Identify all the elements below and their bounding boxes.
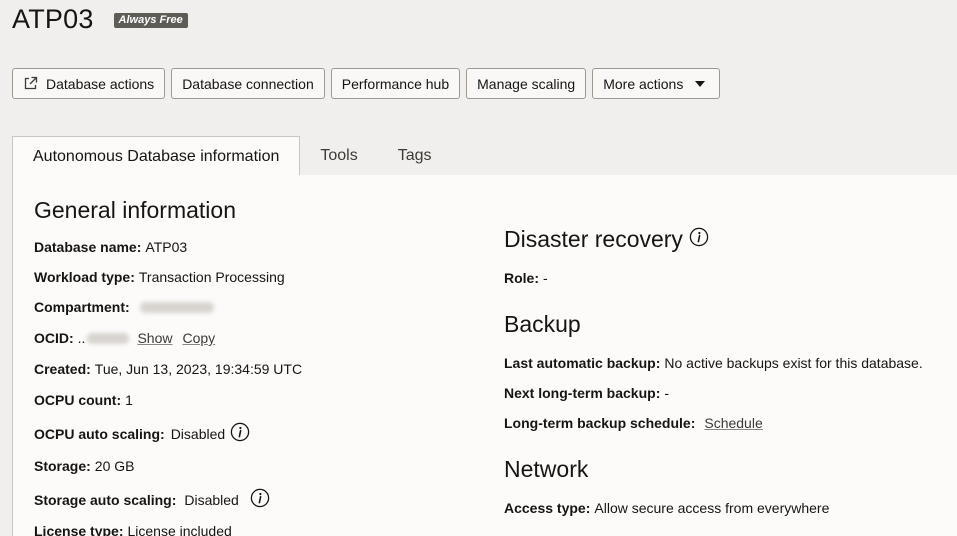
database-connection-label: Database connection [182,75,314,92]
database-connection-button[interactable]: Database connection [171,68,325,99]
tab-panel: General information Database name: ATP03… [12,175,957,536]
manage-scaling-label: Manage scaling [477,75,576,92]
compartment-value-redacted [139,302,214,313]
workload-type-row: Workload type: Transaction Processing [34,269,474,286]
license-type-value: License included [127,523,232,536]
ocid-label: OCID: [34,330,74,346]
last-automatic-backup-value: No active backups exist for this databas… [664,355,923,371]
long-term-backup-schedule-label: Long-term backup schedule: [504,415,696,431]
ocpu-count-row: OCPU count: 1 [34,392,474,409]
database-name-row: Database name: ATP03 [34,239,474,256]
created-value: Tue, Jun 13, 2023, 19:34:59 UTC [94,361,303,377]
created-label: Created: [34,361,91,377]
storage-label: Storage: [34,458,91,474]
more-actions-button[interactable]: More actions [592,68,721,99]
last-automatic-backup-label: Last automatic backup: [504,355,661,371]
backup-title: Backup [504,311,581,337]
manage-scaling-button[interactable]: Manage scaling [466,68,587,99]
ocpu-count-label: OCPU count: [34,392,122,408]
tab-autonomous-database-information[interactable]: Autonomous Database information [12,136,301,176]
ocid-prefix: .. [77,330,86,346]
ocid-copy-link[interactable]: Copy [182,330,215,347]
tab-tools[interactable]: Tools [300,136,377,176]
info-icon[interactable] [689,227,709,252]
database-name-label: Database name: [34,239,142,255]
ocpu-auto-scaling-label: OCPU auto scaling: [34,425,165,442]
always-free-badge: Always Free [113,13,188,28]
storage-value: 20 GB [94,458,135,474]
storage-auto-scaling-label: Storage auto scaling: [34,491,177,508]
page-title: ATP03 [12,4,94,34]
license-type-row: License type: License included [34,523,474,536]
caret-down-icon [695,80,706,87]
network-title: Network [504,456,589,482]
ocid-value-redacted [87,333,130,344]
general-information-title: General information [34,197,236,223]
next-long-term-backup-label: Next long-term backup: [504,385,661,401]
access-type-row: Access type: Allow secure access from ev… [504,500,954,517]
general-information-section: General information Database name: ATP03… [34,196,474,536]
last-automatic-backup-row: Last automatic backup: No active backups… [504,355,954,372]
right-column: Disaster recovery Role: - Backup Last au… [504,225,954,517]
database-actions-button[interactable]: Database actions [12,68,166,99]
next-long-term-backup-value: - [664,385,670,401]
next-long-term-backup-row: Next long-term backup: - [504,385,954,402]
info-icon[interactable] [230,422,250,446]
access-type-label: Access type: [504,500,591,516]
tab-tags[interactable]: Tags [378,136,452,176]
performance-hub-label: Performance hub [341,75,450,92]
ocid-show-link[interactable]: Show [137,330,172,347]
title-row: ATP03 Always Free [12,4,188,35]
created-row: Created: Tue, Jun 13, 2023, 19:34:59 UTC [34,361,474,378]
disaster-recovery-title: Disaster recovery [504,226,683,252]
ocpu-auto-scaling-value: Disabled [170,425,226,442]
long-term-backup-schedule-row: Long-term backup schedule: Schedule [504,415,954,432]
access-type-value: Allow secure access from everywhere [594,500,830,516]
tab-bar: Autonomous Database information Tools Ta… [12,136,957,176]
role-value: - [543,270,548,286]
compartment-row: Compartment: [34,299,474,316]
database-details-page: ATP03 Always Free Database actions Datab… [0,0,957,536]
compartment-label: Compartment: [34,299,130,315]
more-actions-label: More actions [603,75,684,92]
external-link-icon [23,76,38,91]
action-toolbar: Database actions Database connection Per… [12,68,721,99]
storage-auto-scaling-value: Disabled [184,491,239,508]
storage-auto-scaling-row: Storage auto scaling: Disabled [34,488,474,512]
license-type-label: License type: [34,523,124,536]
ocpu-count-value: 1 [125,392,133,408]
ocid-row: OCID: .. Show Copy [34,330,474,347]
database-name-value: ATP03 [145,239,188,255]
role-label: Role: [504,270,539,286]
workload-type-label: Workload type: [34,269,135,285]
role-row: Role: - [504,270,954,287]
workload-type-value: Transaction Processing [138,269,285,285]
database-actions-label: Database actions [46,75,155,92]
performance-hub-button[interactable]: Performance hub [330,68,461,99]
disaster-recovery-header: Disaster recovery [504,225,954,253]
storage-row: Storage: 20 GB [34,458,474,475]
info-icon[interactable] [250,488,270,512]
schedule-link[interactable]: Schedule [704,415,762,432]
ocpu-auto-scaling-row: OCPU auto scaling: Disabled [34,422,474,446]
